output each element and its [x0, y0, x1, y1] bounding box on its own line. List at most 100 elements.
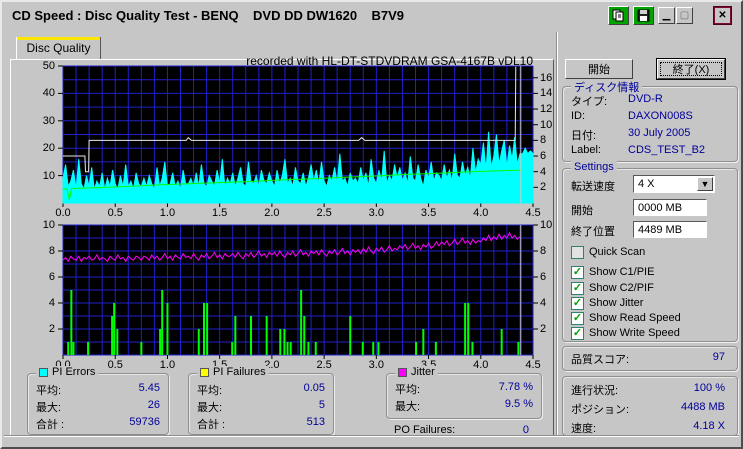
titlebar: CD Speed : Disc Quality Test - BENQ DVD …	[4, 4, 739, 26]
axis-tick-label: 2	[540, 181, 547, 194]
axis-tick-label: 50	[42, 60, 55, 72]
check-icon: ✓	[571, 311, 584, 325]
axis-tick-label: 8	[48, 245, 55, 257]
pi-errors-legend-swatch	[39, 367, 48, 377]
speed-label: 転送速度	[571, 181, 615, 193]
axis-tick-label: 12	[540, 103, 553, 116]
status-bar	[4, 435, 739, 445]
axis-tick-label: 3.0	[368, 207, 384, 219]
stat-row: 最大: 26	[36, 399, 160, 414]
show-jitter-checkbox[interactable]: ✓ Show Jitter	[571, 296, 643, 310]
axis-tick-label: 0.5	[107, 207, 123, 219]
axis-tick-label: 4	[48, 297, 55, 309]
stat-row: 平均: 5.45	[36, 382, 160, 397]
disc-type-value: DVD-R	[628, 93, 663, 105]
settings-title: Settings	[571, 161, 617, 173]
pi-failures-legend-swatch	[200, 367, 209, 377]
axis-tick-label: 10	[42, 219, 55, 231]
close-icon[interactable]: ✕	[713, 6, 732, 25]
axis-tick-label: 16	[540, 71, 553, 84]
axis-tick-label: 2.5	[316, 207, 332, 219]
axis-tick-label: 30	[42, 114, 55, 127]
axis-tick-label: 10	[540, 118, 553, 131]
progress-value: 100 %	[693, 382, 725, 394]
disc-date-value: 30 July 2005	[628, 127, 691, 139]
speed-select[interactable]: 4 X ▼	[633, 175, 715, 193]
disc-label-value: CDS_TEST_B2	[628, 144, 706, 156]
minimize-icon[interactable]: ▁	[658, 7, 675, 24]
start-pos-label: 開始	[571, 205, 593, 217]
speed-status-label: 速度:	[571, 423, 597, 435]
pi-errors-title: PI Errors	[52, 366, 96, 378]
check-icon: ✓	[571, 296, 584, 310]
axis-tick-label: 4.0	[473, 207, 489, 219]
disc-info-group: ディスク情報 タイプ: DVD-R ID: DAXON008S 日付: 30 J…	[562, 79, 738, 162]
check-icon: ✓	[571, 281, 584, 295]
axis-tick-label: 2.0	[264, 207, 280, 219]
axis-tick-label: 2	[48, 323, 55, 335]
axis-tick-label: 6	[540, 150, 547, 163]
maximize-icon[interactable]: ▢	[676, 7, 693, 24]
stat-row: 平均: 7.78 %	[395, 381, 533, 396]
tab-label: Disc Quality	[26, 41, 91, 55]
stat-row: 合計 :513	[197, 416, 325, 431]
axis-tick-label: 4	[540, 297, 547, 309]
axis-tick-label: 2	[540, 323, 547, 335]
axis-tick-label: 20	[42, 142, 55, 155]
axis-tick-label: 1.0	[159, 207, 176, 219]
quality-score-group: 品質スコア: 97	[562, 346, 738, 371]
active-tab-highlight	[17, 37, 100, 40]
axis-tick-label: 1.0	[159, 359, 176, 371]
axis-tick-label: 8	[540, 134, 547, 147]
disc-id-value: DAXON008S	[628, 110, 693, 122]
axis-tick-label: 4.0	[473, 359, 489, 371]
stat-row: 合計 :59736	[36, 416, 160, 431]
axis-tick-label: 2.5	[316, 359, 332, 371]
stat-row: 平均: 0.05	[197, 382, 325, 397]
jitter-stats: Jitter 平均: 7.78 % 最大: 9.5 %	[386, 366, 542, 419]
copy-icon	[612, 9, 624, 22]
speed-status-value: 4.18 X	[693, 420, 725, 432]
progress-group: 進行状況: 100 % ポジション: 4488 MB 速度: 4.18 X	[562, 376, 738, 436]
exit-button[interactable]: 終了(X)	[656, 58, 726, 80]
check-icon: ✓	[571, 326, 584, 340]
start-button[interactable]: 開始	[565, 59, 633, 79]
axis-tick-label: 4.5	[525, 207, 541, 219]
pi-failures-jitter-chart	[58, 224, 538, 359]
show-c1-pie-checkbox[interactable]: ✓ Show C1/PIE	[571, 265, 654, 279]
axis-tick-label: 3.0	[368, 359, 384, 371]
settings-group: Settings 転送速度 4 X ▼ 開始 0000 MB 終了位置 4489…	[562, 161, 738, 342]
panel-divider	[556, 32, 558, 436]
app-window: CD Speed : Disc Quality Test - BENQ DVD …	[0, 0, 743, 449]
axis-tick-label: 10	[540, 219, 553, 231]
axis-tick-label: 14	[540, 87, 553, 100]
save-icon[interactable]	[633, 6, 654, 25]
position-label: ポジション:	[571, 404, 630, 416]
axis-tick-label: 8	[540, 245, 547, 257]
axis-tick-label: 4.5	[525, 359, 541, 371]
axis-tick-label: 4	[540, 165, 547, 178]
copy-icon[interactable]	[608, 6, 629, 25]
start-pos-input[interactable]: 0000 MB	[633, 199, 707, 216]
quick-scan-checkbox[interactable]: ✓Quick Scan	[571, 245, 645, 259]
progress-label: 進行状況:	[571, 385, 619, 397]
chevron-down-icon[interactable]: ▼	[697, 177, 713, 191]
end-pos-input[interactable]: 4489 MB	[633, 221, 707, 238]
disc-type-label: タイプ:	[571, 96, 608, 108]
axis-tick-label: 1.5	[212, 207, 228, 219]
quality-score-label: 品質スコア:	[571, 354, 630, 366]
jitter-title: Jitter	[411, 366, 435, 378]
axis-tick-label: 6	[540, 271, 547, 283]
axis-tick-label: 6	[48, 271, 55, 283]
axis-tick-label: 40	[42, 87, 55, 100]
chart-page: recorded with HL-DT-STDVDRAM GSA-4167B v…	[10, 54, 554, 436]
show-write-speed-checkbox[interactable]: ✓ Show Write Speed	[571, 326, 680, 340]
show-c2-pif-checkbox[interactable]: ✓ Show C2/PIF	[571, 281, 654, 295]
pi-failures-title: PI Failures	[213, 366, 266, 378]
axis-tick-label: 0.0	[55, 207, 71, 219]
window-title: CD Speed : Disc Quality Test - BENQ DVD …	[12, 8, 405, 23]
disc-label-label: Label:	[571, 144, 601, 156]
show-read-speed-checkbox[interactable]: ✓ Show Read Speed	[571, 311, 681, 325]
disc-date-label: 日付:	[571, 130, 597, 142]
position-value: 4488 MB	[680, 401, 725, 413]
